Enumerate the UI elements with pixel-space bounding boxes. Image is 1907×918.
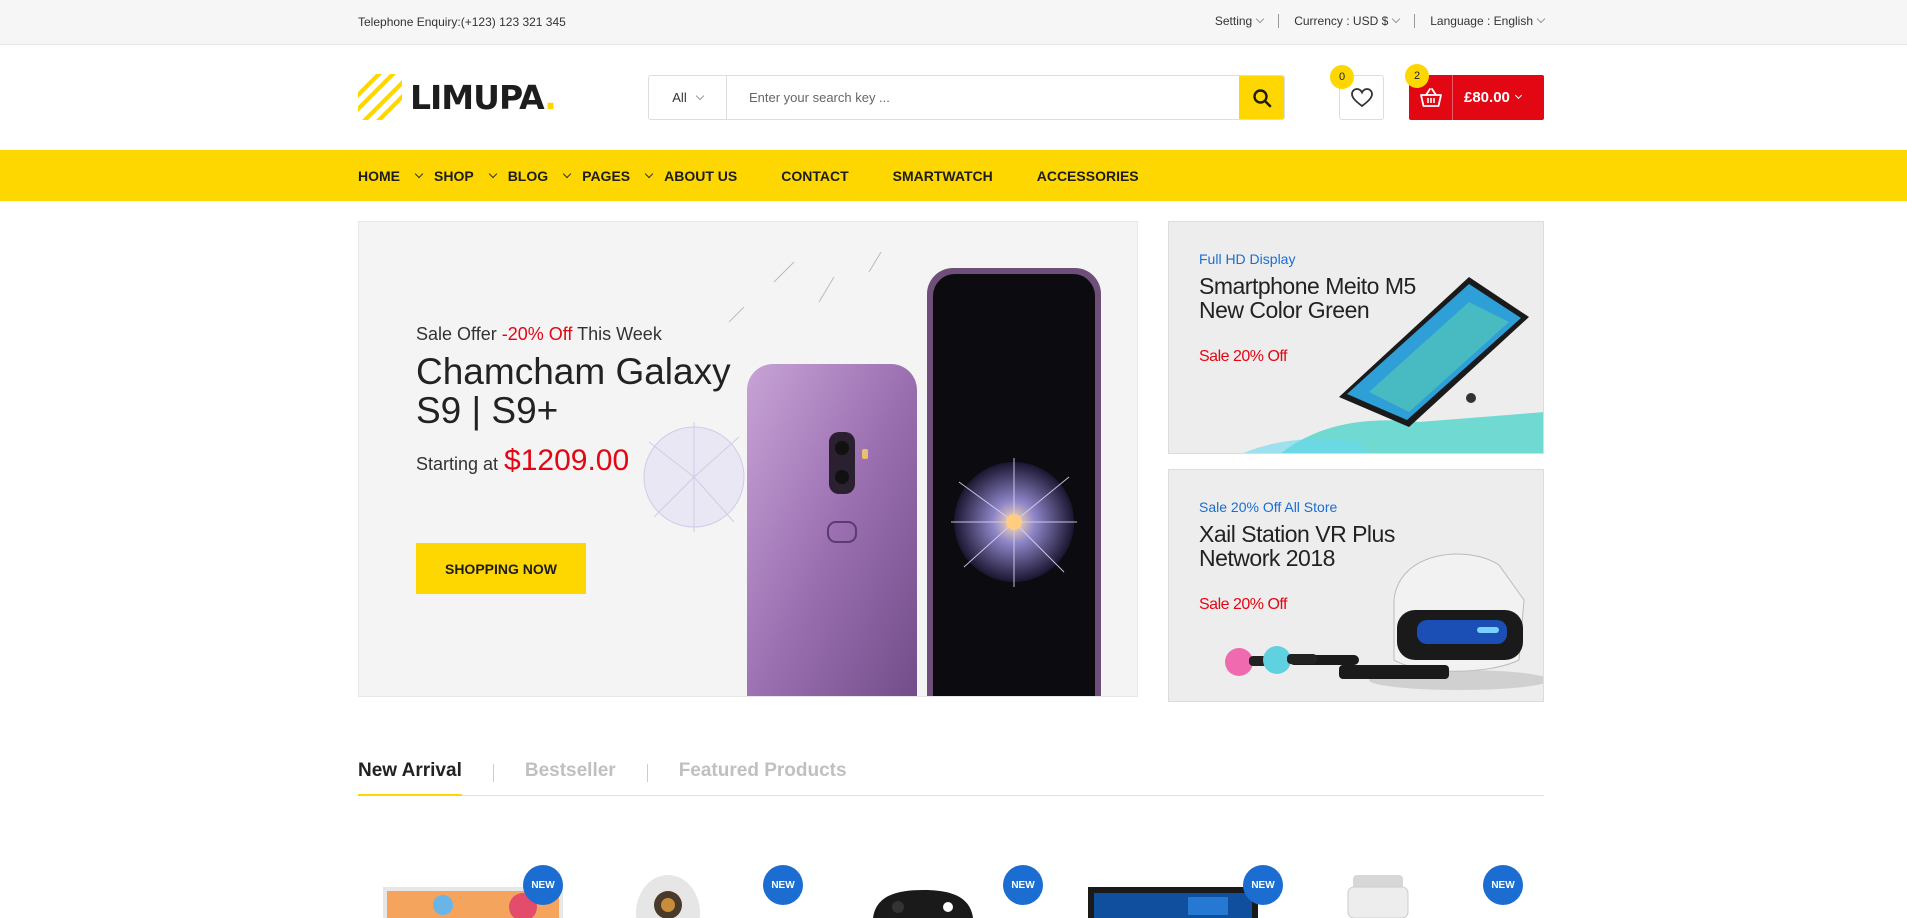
tab-new-arrival[interactable]: New Arrival bbox=[358, 754, 462, 796]
divider bbox=[492, 764, 494, 782]
gamepad-image bbox=[873, 890, 973, 918]
product-card[interactable]: NEW bbox=[358, 855, 578, 918]
chevron-down-icon bbox=[414, 169, 424, 178]
search-category-select[interactable]: All bbox=[649, 76, 727, 119]
chevron-down-icon bbox=[488, 169, 497, 178]
tab-bestseller[interactable]: Bestseller bbox=[525, 754, 616, 796]
nav-item-home[interactable]: HOME bbox=[358, 168, 424, 184]
setting-label: Setting bbox=[1214, 14, 1253, 28]
search-category-label: All bbox=[672, 90, 687, 105]
banner-tag: Full HD Display bbox=[1199, 251, 1296, 267]
banner-offer: Sale 20% Off bbox=[1199, 348, 1287, 365]
product-card[interactable]: NEW bbox=[838, 855, 1058, 918]
phone-image bbox=[643, 251, 1101, 696]
language-label: Language : English bbox=[1430, 14, 1533, 28]
banner-offer: Sale 20% Off bbox=[1199, 596, 1287, 613]
basket-icon bbox=[1419, 87, 1442, 107]
hero-price-value: $1209.00 bbox=[504, 444, 630, 477]
logo-text: LIMUPA. bbox=[410, 77, 557, 117]
chevron-down-icon bbox=[562, 169, 572, 178]
cart-button[interactable]: £80.00 bbox=[1409, 75, 1544, 120]
product-tabs: New Arrival Bestseller Featured Products bbox=[358, 754, 1544, 796]
product-card[interactable]: NEW bbox=[1078, 855, 1298, 918]
speaker-image bbox=[1347, 875, 1409, 918]
nav-item-shop[interactable]: SHOP bbox=[434, 168, 497, 184]
new-badge: NEW bbox=[523, 865, 563, 905]
product-card[interactable]: NEW bbox=[598, 855, 818, 918]
product-list: NEW NEW NEW NEW NEW bbox=[358, 855, 1544, 918]
cart-total: £80.00 bbox=[1453, 89, 1522, 106]
main-navigation: HOME SHOP BLOG PAGES ABOUT US CONTACT SM… bbox=[0, 150, 1907, 201]
heart-icon bbox=[1350, 87, 1373, 107]
divider bbox=[1414, 14, 1416, 28]
nav-item-accessories[interactable]: ACCESSORIES bbox=[1037, 168, 1139, 184]
banner-title: Smartphone Meito M5 New Color Green bbox=[1199, 273, 1416, 323]
currency-label: Currency : USD $ bbox=[1294, 14, 1389, 28]
chevron-down-icon bbox=[1392, 14, 1401, 24]
chevron-down-icon bbox=[644, 169, 654, 178]
new-badge: NEW bbox=[1483, 865, 1523, 905]
search-button[interactable] bbox=[1239, 76, 1284, 119]
divider bbox=[646, 764, 648, 782]
new-badge: NEW bbox=[1003, 865, 1043, 905]
nav-item-pages[interactable]: PAGES bbox=[582, 168, 654, 184]
chevron-down-icon bbox=[1536, 14, 1546, 24]
setting-dropdown[interactable]: Setting bbox=[1214, 14, 1265, 28]
laptop-image bbox=[1088, 887, 1258, 918]
cart-total-value: £80.00 bbox=[1464, 89, 1510, 106]
banner-vr-headset[interactable]: Sale 20% Off All Store Xail Station VR P… bbox=[1168, 469, 1544, 702]
hero-title: Chamcham Galaxy S9 | S9+ bbox=[416, 351, 731, 431]
chevron-down-icon bbox=[695, 91, 704, 100]
wishlist-count-badge: 0 bbox=[1330, 65, 1354, 89]
search-input[interactable] bbox=[727, 76, 1239, 119]
banner-tag: Sale 20% Off All Store bbox=[1199, 499, 1338, 515]
site-logo[interactable]: LIMUPA. bbox=[358, 74, 557, 120]
hero-price: Starting at $1209.00 bbox=[416, 444, 630, 477]
phone-enquiry: Telephone Enquiry:(+123) 123 321 345 bbox=[358, 15, 566, 29]
new-badge: NEW bbox=[763, 865, 803, 905]
nav-item-about-us[interactable]: ABOUT US bbox=[664, 168, 737, 184]
nav-item-contact[interactable]: CONTACT bbox=[781, 168, 848, 184]
top-bar: Telephone Enquiry:(+123) 123 321 345 Set… bbox=[0, 0, 1907, 45]
logo-mark-icon bbox=[358, 74, 402, 120]
top-bar-menu: Setting Currency : USD $ Language : Engl… bbox=[1214, 14, 1546, 28]
tab-featured-products[interactable]: Featured Products bbox=[679, 754, 847, 796]
product-card[interactable]: NEW bbox=[1318, 855, 1538, 918]
currency-dropdown[interactable]: Currency : USD $ bbox=[1294, 14, 1401, 28]
shopping-now-button[interactable]: SHOPPING NOW bbox=[416, 543, 586, 594]
nav-item-blog[interactable]: BLOG bbox=[508, 168, 572, 184]
cart-count-badge: 2 bbox=[1405, 64, 1429, 88]
nav-item-smartwatch[interactable]: SMARTWATCH bbox=[893, 168, 993, 184]
chevron-down-icon bbox=[1255, 14, 1265, 24]
banner-smartphone[interactable]: Full HD Display Smartphone Meito M5 New … bbox=[1168, 221, 1544, 454]
search-icon bbox=[1252, 88, 1271, 107]
language-dropdown[interactable]: Language : English bbox=[1430, 14, 1546, 28]
camera-image bbox=[636, 875, 700, 918]
search-bar: All bbox=[648, 75, 1285, 120]
chevron-down-icon bbox=[1514, 91, 1522, 100]
divider bbox=[1278, 14, 1280, 28]
banner-title: Xail Station VR Plus Network 2018 bbox=[1199, 521, 1395, 571]
hero-subtitle: Sale Offer -20% Off This Week bbox=[416, 324, 662, 344]
hero-slider[interactable]: Sale Offer -20% Off This Week Chamcham G… bbox=[358, 221, 1138, 697]
new-badge: NEW bbox=[1243, 865, 1283, 905]
